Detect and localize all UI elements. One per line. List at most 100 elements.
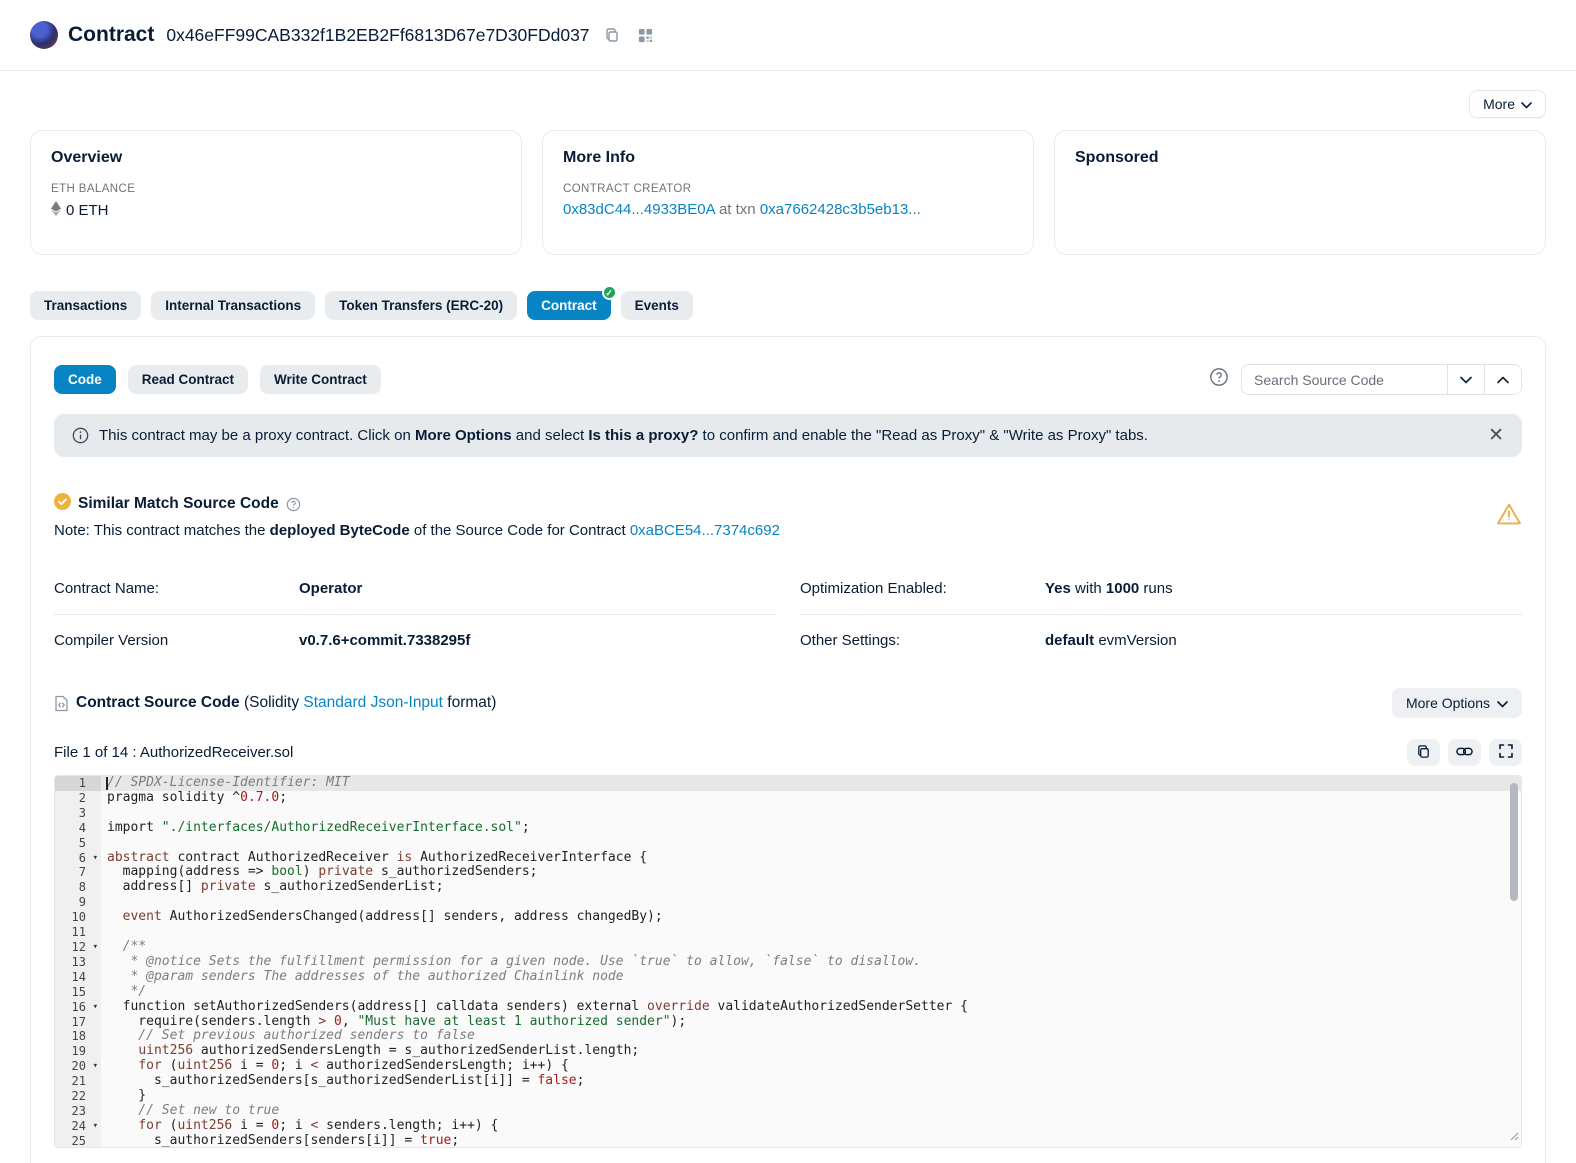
subtab-write-contract[interactable]: Write Contract <box>260 365 381 394</box>
overview-card: Overview ETH BALANCE 0 ETH <box>30 130 522 255</box>
sponsored-title: Sponsored <box>1075 149 1525 167</box>
creator-separator: at txn <box>715 201 760 218</box>
compiler-details: Contract Name: Operator Compiler Version… <box>54 563 1522 666</box>
code-line: 3 <box>55 806 1521 821</box>
creator-address-link[interactable]: 0x83dC44...4933BE0A <box>563 201 715 218</box>
overview-title: Overview <box>51 149 501 167</box>
contract-name-label: Contract Name: <box>54 580 299 597</box>
contract-name-row: Contract Name: Operator <box>54 563 776 614</box>
bytecode-contract-link[interactable]: 0xaBCE54...7374c692 <box>630 522 780 539</box>
link-icon <box>1456 745 1473 761</box>
code-line: 11 <box>55 925 1521 940</box>
code-line: 4import "./interfaces/AuthorizedReceiver… <box>55 821 1521 836</box>
fold-toggle-icon[interactable]: ▾ <box>93 851 98 866</box>
file-info-row: File 1 of 14 : AuthorizedReceiver.sol <box>54 739 1522 766</box>
optimization-label: Optimization Enabled: <box>800 580 1045 597</box>
copy-icon <box>1416 744 1431 762</box>
question-mark-icon[interactable] <box>286 497 301 512</box>
ethereum-icon <box>51 201 61 220</box>
more-dropdown-label: More <box>1483 96 1515 112</box>
source-search <box>1241 364 1522 395</box>
fold-toggle-icon[interactable]: ▾ <box>93 940 98 955</box>
code-line: 10 event AuthorizedSendersChanged(addres… <box>55 910 1521 925</box>
json-input-link[interactable]: Standard Json-Input <box>303 694 443 711</box>
contract-name-value: Operator <box>299 580 362 597</box>
fold-toggle-icon[interactable]: ▾ <box>93 1000 98 1015</box>
code-line: 20▾ for (uint256 i = 0; i < authorizedSe… <box>55 1059 1521 1074</box>
fold-toggle-icon[interactable]: ▾ <box>93 1059 98 1074</box>
tab-token-transfers[interactable]: Token Transfers (ERC-20) <box>325 291 517 320</box>
chevron-down-icon <box>1497 695 1508 711</box>
search-next-button[interactable] <box>1447 365 1484 394</box>
chevron-up-icon <box>1497 372 1509 387</box>
tab-contract[interactable]: Contract ✓ <box>527 291 611 320</box>
more-dropdown-button[interactable]: More <box>1469 90 1546 118</box>
code-line: 24▾ for (uint256 i = 0; i < senders.leng… <box>55 1119 1521 1134</box>
permalink-button[interactable] <box>1448 739 1481 766</box>
qr-code-button[interactable] <box>634 24 657 47</box>
search-source-input[interactable] <box>1242 365 1447 394</box>
similar-match-section: Similar Match Source Code Note: This con… <box>54 493 1522 539</box>
code-line: 1// SPDX-License-Identifier: MIT <box>55 776 1521 791</box>
contract-address: 0x46eFF99CAB332f1B2EB2Ff6813D67e7D30FDd0… <box>166 25 589 46</box>
tab-contract-label: Contract <box>541 298 597 313</box>
creator-txn-link[interactable]: 0xa7662428c3b5eb13... <box>760 201 921 218</box>
source-code-title-text: Contract Source Code (Solidity Standard … <box>76 694 496 712</box>
qr-code-icon <box>638 28 653 43</box>
source-code-editor[interactable]: 1// SPDX-License-Identifier: MIT2pragma … <box>54 775 1522 1148</box>
code-line: 17 require(senders.length > 0, "Must hav… <box>55 1015 1521 1030</box>
code-line: 21 s_authorizedSenders[s_authorizedSende… <box>55 1074 1521 1089</box>
help-icon[interactable] <box>1209 367 1229 392</box>
file-info-text: File 1 of 14 : AuthorizedReceiver.sol <box>54 744 293 761</box>
text-cursor <box>106 777 108 790</box>
search-prev-button[interactable] <box>1484 365 1521 394</box>
contract-page: Contract 0x46eFF99CAB332f1B2EB2Ff6813D67… <box>0 0 1576 1163</box>
more-options-button[interactable]: More Options <box>1392 688 1522 718</box>
code-lines: 1// SPDX-License-Identifier: MIT2pragma … <box>55 776 1521 1148</box>
proxy-notice-banner: This contract may be a proxy contract. C… <box>54 414 1522 457</box>
code-line: 19 uint256 authorizedSendersLength = s_a… <box>55 1044 1521 1059</box>
resize-handle[interactable] <box>1508 1130 1519 1145</box>
more-info-title: More Info <box>563 149 1013 167</box>
eth-balance-text: 0 ETH <box>66 202 109 219</box>
code-line: 2pragma solidity ^0.7.0; <box>55 791 1521 806</box>
eth-balance-value: 0 ETH <box>51 201 501 220</box>
code-line: 14 * @param senders The addresses of the… <box>55 970 1521 985</box>
more-info-card: More Info CONTRACT CREATOR 0x83dC44...49… <box>542 130 1034 255</box>
chevron-down-icon <box>1521 96 1532 112</box>
contract-panel: Code Read Contract Write Contract <box>30 336 1546 1163</box>
code-line: 6▾abstract contract AuthorizedReceiver i… <box>55 851 1521 866</box>
optimization-row: Optimization Enabled: Yes with 1000 runs <box>800 563 1522 614</box>
optimization-value: Yes with 1000 runs <box>1045 580 1173 597</box>
chevron-down-icon <box>1460 372 1472 387</box>
compiler-version-label: Compiler Version <box>54 632 299 649</box>
code-line: 7 mapping(address => bool) private s_aut… <box>55 865 1521 880</box>
contract-creator-label: CONTRACT CREATOR <box>563 183 1013 195</box>
compiler-version-value: v0.7.6+commit.7338295f <box>299 632 470 649</box>
code-line: 13 * @notice Sets the fulfillment permis… <box>55 955 1521 970</box>
tab-transactions[interactable]: Transactions <box>30 291 141 320</box>
more-options-label: More Options <box>1406 695 1490 711</box>
subtab-code[interactable]: Code <box>54 365 116 394</box>
code-line: 12▾ /** <box>55 940 1521 955</box>
fold-toggle-icon[interactable]: ▾ <box>93 1119 98 1134</box>
page-header: Contract 0x46eFF99CAB332f1B2EB2Ff6813D67… <box>30 0 1546 70</box>
compiler-version-row: Compiler Version v0.7.6+commit.7338295f <box>54 614 776 666</box>
proxy-notice-text: This contract may be a proxy contract. C… <box>99 427 1148 444</box>
copy-address-button[interactable] <box>600 23 624 47</box>
summary-cards: Overview ETH BALANCE 0 ETH More Info CON… <box>30 130 1546 255</box>
similar-match-title: Similar Match Source Code <box>78 495 279 513</box>
code-line: 5 <box>55 836 1521 851</box>
expand-icon <box>1499 744 1513 761</box>
copy-source-button[interactable] <box>1407 739 1440 766</box>
editor-scrollbar-thumb[interactable] <box>1510 783 1518 901</box>
copy-icon <box>604 27 620 43</box>
fullscreen-button[interactable] <box>1489 739 1522 766</box>
sponsored-card: Sponsored <box>1054 130 1546 255</box>
tab-events[interactable]: Events <box>621 291 693 320</box>
close-banner-button[interactable]: ✕ <box>1488 426 1504 445</box>
subtab-read-contract[interactable]: Read Contract <box>128 365 248 394</box>
tab-internal-transactions[interactable]: Internal Transactions <box>151 291 315 320</box>
warning-triangle-icon <box>1496 502 1522 531</box>
other-settings-label: Other Settings: <box>800 632 1045 649</box>
